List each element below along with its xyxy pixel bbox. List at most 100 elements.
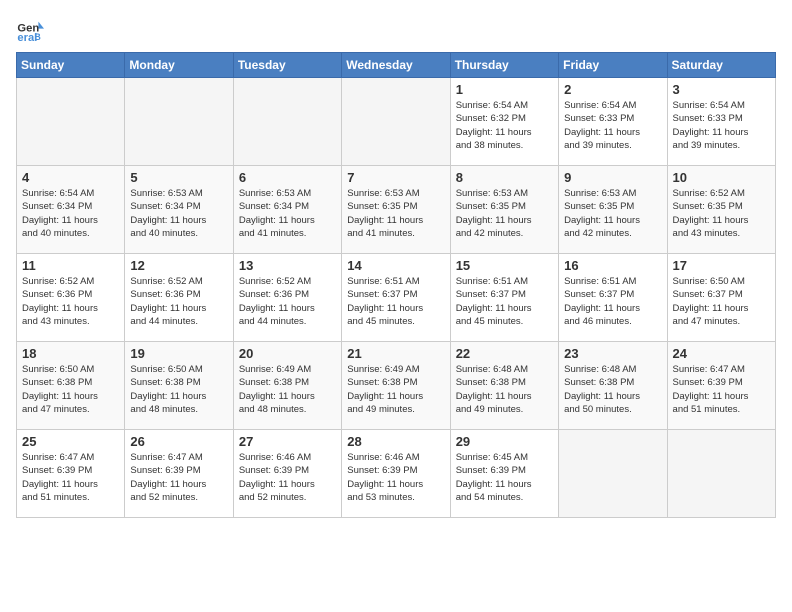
day-number: 4 — [22, 170, 119, 185]
calendar-cell: 10 Sunrise: 6:52 AM Sunset: 6:35 PM Dayli… — [667, 166, 775, 254]
calendar-cell: 23 Sunrise: 6:48 AM Sunset: 6:38 PM Dayli… — [559, 342, 667, 430]
calendar-cell: 29 Sunrise: 6:45 AM Sunset: 6:39 PM Dayli… — [450, 430, 558, 518]
calendar-cell: 17 Sunrise: 6:50 AM Sunset: 6:37 PM Dayli… — [667, 254, 775, 342]
day-detail: Sunrise: 6:50 AM Sunset: 6:38 PM Dayligh… — [130, 363, 227, 416]
calendar-cell — [125, 78, 233, 166]
day-detail: Sunrise: 6:51 AM Sunset: 6:37 PM Dayligh… — [456, 275, 553, 328]
calendar-cell: 14Sunrise: 6:51 AM Sunset: 6:37 PM Dayli… — [342, 254, 450, 342]
calendar-header-monday: Monday — [125, 53, 233, 78]
day-detail: Sunrise: 6:45 AM Sunset: 6:39 PM Dayligh… — [456, 451, 553, 504]
day-number: 17 — [673, 258, 770, 273]
day-number: 19 — [130, 346, 227, 361]
day-number: 2 — [564, 82, 661, 97]
calendar-cell: 5 Sunrise: 6:53 AM Sunset: 6:34 PM Daylig… — [125, 166, 233, 254]
day-detail: Sunrise: 6:52 AM Sunset: 6:36 PM Dayligh… — [239, 275, 336, 328]
day-detail: Sunrise: 6:52 AM Sunset: 6:36 PM Dayligh… — [130, 275, 227, 328]
day-number: 29 — [456, 434, 553, 449]
day-detail: Sunrise: 6:48 AM Sunset: 6:38 PM Dayligh… — [564, 363, 661, 416]
day-detail: Sunrise: 6:50 AM Sunset: 6:38 PM Dayligh… — [22, 363, 119, 416]
day-detail: Sunrise: 6:47 AM Sunset: 6:39 PM Dayligh… — [130, 451, 227, 504]
calendar-cell: 3 Sunrise: 6:54 AM Sunset: 6:33 PM Daylig… — [667, 78, 775, 166]
calendar-cell — [17, 78, 125, 166]
calendar-header-wednesday: Wednesday — [342, 53, 450, 78]
calendar-cell: 18 Sunrise: 6:50 AM Sunset: 6:38 PM Dayli… — [17, 342, 125, 430]
day-number: 21 — [347, 346, 444, 361]
day-number: 9 — [564, 170, 661, 185]
calendar-cell: 4 Sunrise: 6:54 AM Sunset: 6:34 PM Daylig… — [17, 166, 125, 254]
day-detail: Sunrise: 6:49 AM Sunset: 6:38 PM Dayligh… — [239, 363, 336, 416]
day-detail: Sunrise: 6:53 AM Sunset: 6:35 PM Dayligh… — [456, 187, 553, 240]
day-detail: Sunrise: 6:47 AM Sunset: 6:39 PM Dayligh… — [22, 451, 119, 504]
calendar-header-row: SundayMondayTuesdayWednesdayThursdayFrid… — [17, 53, 776, 78]
day-number: 12 — [130, 258, 227, 273]
day-number: 10 — [673, 170, 770, 185]
calendar-cell: 20 Sunrise: 6:49 AM Sunset: 6:38 PM Dayli… — [233, 342, 341, 430]
calendar-cell: 21 Sunrise: 6:49 AM Sunset: 6:38 PM Dayli… — [342, 342, 450, 430]
day-detail: Sunrise: 6:54 AM Sunset: 6:32 PM Dayligh… — [456, 99, 553, 152]
calendar-cell: 22 Sunrise: 6:48 AM Sunset: 6:38 PM Dayli… — [450, 342, 558, 430]
calendar-cell: 2 Sunrise: 6:54 AM Sunset: 6:33 PM Daylig… — [559, 78, 667, 166]
calendar-cell: 12 Sunrise: 6:52 AM Sunset: 6:36 PM Dayli… — [125, 254, 233, 342]
calendar-cell — [342, 78, 450, 166]
calendar-week-1: 1 Sunrise: 6:54 AM Sunset: 6:32 PM Daylig… — [17, 78, 776, 166]
logo: Gen eral B — [16, 16, 48, 44]
day-detail: Sunrise: 6:53 AM Sunset: 6:35 PM Dayligh… — [347, 187, 444, 240]
day-number: 5 — [130, 170, 227, 185]
day-detail: Sunrise: 6:52 AM Sunset: 6:35 PM Dayligh… — [673, 187, 770, 240]
day-number: 3 — [673, 82, 770, 97]
calendar-cell: 8 Sunrise: 6:53 AM Sunset: 6:35 PM Daylig… — [450, 166, 558, 254]
calendar-cell — [233, 78, 341, 166]
day-number: 28 — [347, 434, 444, 449]
day-number: 7 — [347, 170, 444, 185]
calendar-cell: 25Sunrise: 6:47 AM Sunset: 6:39 PM Dayli… — [17, 430, 125, 518]
day-detail: Sunrise: 6:52 AM Sunset: 6:36 PM Dayligh… — [22, 275, 119, 328]
day-detail: Sunrise: 6:50 AM Sunset: 6:37 PM Dayligh… — [673, 275, 770, 328]
calendar-cell: 24 Sunrise: 6:47 AM Sunset: 6:39 PM Dayli… — [667, 342, 775, 430]
calendar-header-thursday: Thursday — [450, 53, 558, 78]
day-number: 24 — [673, 346, 770, 361]
calendar-week-2: 4 Sunrise: 6:54 AM Sunset: 6:34 PM Daylig… — [17, 166, 776, 254]
day-detail: Sunrise: 6:49 AM Sunset: 6:38 PM Dayligh… — [347, 363, 444, 416]
day-number: 6 — [239, 170, 336, 185]
logo-icon: Gen eral B — [16, 16, 44, 44]
calendar-cell: 6 Sunrise: 6:53 AM Sunset: 6:34 PM Daylig… — [233, 166, 341, 254]
day-detail: Sunrise: 6:47 AM Sunset: 6:39 PM Dayligh… — [673, 363, 770, 416]
day-number: 22 — [456, 346, 553, 361]
day-detail: Sunrise: 6:51 AM Sunset: 6:37 PM Dayligh… — [564, 275, 661, 328]
calendar-cell — [667, 430, 775, 518]
calendar-cell: 28 Sunrise: 6:46 AM Sunset: 6:39 PM Dayli… — [342, 430, 450, 518]
calendar-header-tuesday: Tuesday — [233, 53, 341, 78]
day-number: 8 — [456, 170, 553, 185]
day-number: 27 — [239, 434, 336, 449]
calendar-cell: 15Sunrise: 6:51 AM Sunset: 6:37 PM Dayli… — [450, 254, 558, 342]
day-number: 20 — [239, 346, 336, 361]
calendar-header-sunday: Sunday — [17, 53, 125, 78]
page-header: Gen eral B — [16, 16, 776, 44]
day-detail: Sunrise: 6:54 AM Sunset: 6:34 PM Dayligh… — [22, 187, 119, 240]
day-number: 18 — [22, 346, 119, 361]
day-number: 23 — [564, 346, 661, 361]
calendar-cell: 7 Sunrise: 6:53 AM Sunset: 6:35 PM Daylig… — [342, 166, 450, 254]
calendar-cell: 16 Sunrise: 6:51 AM Sunset: 6:37 PM Dayli… — [559, 254, 667, 342]
calendar-cell: 27Sunrise: 6:46 AM Sunset: 6:39 PM Dayli… — [233, 430, 341, 518]
day-number: 16 — [564, 258, 661, 273]
day-detail: Sunrise: 6:48 AM Sunset: 6:38 PM Dayligh… — [456, 363, 553, 416]
calendar-week-4: 18 Sunrise: 6:50 AM Sunset: 6:38 PM Dayli… — [17, 342, 776, 430]
calendar-cell: 11 Sunrise: 6:52 AM Sunset: 6:36 PM Dayli… — [17, 254, 125, 342]
day-detail: Sunrise: 6:53 AM Sunset: 6:34 PM Dayligh… — [130, 187, 227, 240]
calendar-cell: 9 Sunrise: 6:53 AM Sunset: 6:35 PM Daylig… — [559, 166, 667, 254]
calendar-cell: 19 Sunrise: 6:50 AM Sunset: 6:38 PM Dayli… — [125, 342, 233, 430]
day-detail: Sunrise: 6:53 AM Sunset: 6:34 PM Dayligh… — [239, 187, 336, 240]
day-detail: Sunrise: 6:54 AM Sunset: 6:33 PM Dayligh… — [673, 99, 770, 152]
calendar-cell: 1 Sunrise: 6:54 AM Sunset: 6:32 PM Daylig… — [450, 78, 558, 166]
calendar-week-3: 11 Sunrise: 6:52 AM Sunset: 6:36 PM Dayli… — [17, 254, 776, 342]
day-detail: Sunrise: 6:54 AM Sunset: 6:33 PM Dayligh… — [564, 99, 661, 152]
calendar-header-saturday: Saturday — [667, 53, 775, 78]
day-detail: Sunrise: 6:46 AM Sunset: 6:39 PM Dayligh… — [347, 451, 444, 504]
day-number: 11 — [22, 258, 119, 273]
day-number: 26 — [130, 434, 227, 449]
day-detail: Sunrise: 6:53 AM Sunset: 6:35 PM Dayligh… — [564, 187, 661, 240]
calendar-table: SundayMondayTuesdayWednesdayThursdayFrid… — [16, 52, 776, 518]
day-number: 1 — [456, 82, 553, 97]
calendar-body: 1 Sunrise: 6:54 AM Sunset: 6:32 PM Daylig… — [17, 78, 776, 518]
